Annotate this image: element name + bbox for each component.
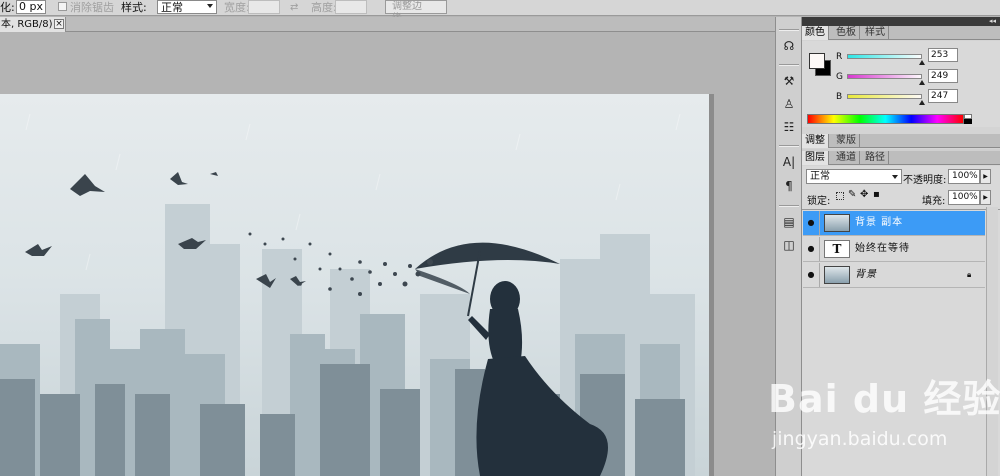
color-panel-tabs: 颜色 色板 样式 — [802, 26, 1000, 40]
layers-panel: 正常 不透明度: 100% ▶ 锁定: ✎ ✥ ▪ 填充: 100% ▶ ● 背… — [802, 166, 1000, 476]
color-spectrum-bar[interactable] — [807, 114, 964, 124]
antialias-checkbox[interactable] — [58, 2, 67, 11]
layer-comps-icon[interactable]: ☷ — [779, 118, 799, 136]
notes-icon[interactable]: ▤ — [779, 213, 799, 231]
lock-transparency-icon[interactable] — [836, 192, 844, 200]
g-slider-thumb[interactable] — [919, 80, 925, 85]
tab-masks[interactable]: 蒙版 — [833, 134, 860, 148]
options-bar: 化: 0 px 消除锯齿 样式: 正常 宽度: ⇄ 高度: 调整边缘... — [0, 0, 1000, 24]
height-input[interactable] — [335, 0, 367, 14]
collapse-panels-icon[interactable]: ◂◂ — [802, 17, 1000, 26]
document-tab-title: 本, RGB/8) * — [1, 19, 61, 30]
dock-separator — [779, 64, 799, 66]
layers-panel-tabs: 图层 通道 路径 — [802, 151, 1000, 165]
layer-thumbnail — [824, 214, 850, 232]
navigator-icon[interactable]: ◫ — [779, 236, 799, 254]
canvas-area[interactable] — [0, 33, 775, 476]
refine-edge-button[interactable]: 调整边缘... — [385, 0, 447, 24]
close-icon[interactable]: × — [54, 19, 64, 29]
layer-row[interactable]: ● 背景 副本 — [803, 211, 985, 236]
g-slider[interactable] — [847, 74, 922, 79]
layer-name: 背景 副本 — [855, 217, 904, 228]
visibility-eye-icon[interactable]: ● — [803, 237, 820, 261]
layer-row[interactable]: ● 背景 🔒︎ — [803, 263, 985, 288]
opacity-label: 不透明度: — [903, 175, 947, 186]
fill-label: 填充: — [922, 196, 946, 207]
document-tab-strip: 本, RGB/8) * × — [0, 17, 775, 32]
blend-mode-select[interactable]: 正常 — [806, 169, 902, 184]
b-slider[interactable] — [847, 94, 922, 99]
dock-separator — [779, 205, 799, 207]
tab-channels[interactable]: 通道 — [833, 151, 860, 165]
b-input[interactable]: 247 — [928, 89, 958, 103]
feather-input[interactable]: 0 px — [16, 0, 46, 14]
swap-icon[interactable]: ⇄ — [290, 1, 298, 14]
tab-color[interactable]: 颜色 — [802, 26, 829, 40]
opacity-input[interactable]: 100% — [948, 169, 980, 184]
width-label: 宽度: — [224, 1, 250, 14]
tab-styles[interactable]: 样式 — [862, 26, 889, 40]
b-label: B — [836, 92, 843, 102]
dock-separator — [779, 29, 799, 31]
tab-adjustments[interactable]: 调整 — [802, 134, 829, 148]
b-slider-thumb[interactable] — [919, 100, 925, 105]
clone-source-icon[interactable]: ♙ — [779, 95, 799, 113]
lock-pixels-icon[interactable]: ✎ — [848, 189, 856, 200]
r-slider-thumb[interactable] — [919, 60, 925, 65]
feather-label: 化: — [0, 1, 15, 14]
text-layer-thumbnail: T — [824, 240, 850, 258]
opacity-slider-button[interactable]: ▶ — [980, 169, 991, 184]
artwork-illustration — [0, 94, 709, 476]
color-panel: R 253 G 249 B 247 — [802, 41, 1000, 127]
chevron-down-icon — [207, 4, 213, 8]
tab-paths[interactable]: 路径 — [862, 151, 889, 165]
width-input[interactable] — [248, 0, 280, 14]
height-label: 高度: — [311, 1, 337, 14]
lock-position-icon[interactable]: ✥ — [860, 189, 868, 200]
paragraph-icon[interactable]: ¶ — [779, 177, 799, 195]
layer-thumbnail — [824, 266, 850, 284]
lock-icon: 🔒︎ — [967, 270, 972, 279]
r-slider[interactable] — [847, 54, 922, 59]
adjustments-panel-tabs: 调整 蒙版 — [802, 134, 1000, 148]
chevron-down-icon — [892, 175, 898, 179]
tab-swatches[interactable]: 色板 — [833, 26, 860, 40]
dock-separator — [779, 145, 799, 147]
style-select[interactable]: 正常 — [157, 0, 217, 14]
tool-presets-icon[interactable]: ⚒ — [779, 72, 799, 90]
style-select-value: 正常 — [161, 1, 183, 14]
foreground-color-swatch[interactable] — [809, 53, 825, 69]
fill-slider-button[interactable]: ▶ — [980, 190, 991, 205]
visibility-eye-icon[interactable]: ● — [803, 211, 820, 235]
g-input[interactable]: 249 — [928, 69, 958, 83]
panels-column: ◂◂ 颜色 色板 样式 R 253 G 249 B 247 调整 蒙版 图层 通… — [802, 17, 1000, 476]
blend-mode-value: 正常 — [810, 171, 830, 182]
fill-input[interactable]: 100% — [948, 190, 980, 205]
lock-label: 锁定: — [807, 196, 831, 207]
spectrum-black[interactable] — [964, 119, 972, 124]
panel-dock-icons: ☊ ⚒ ♙ ☷ A| ¶ ▤ ◫ — [775, 17, 802, 476]
layers-divider — [802, 209, 1000, 210]
r-label: R — [836, 52, 843, 62]
layers-scrollbar[interactable] — [986, 207, 998, 476]
character-icon[interactable]: A| — [779, 153, 799, 171]
g-label: G — [836, 72, 843, 82]
style-label: 样式: — [121, 1, 147, 14]
lock-all-icon[interactable]: ▪ — [873, 189, 880, 200]
tab-layers[interactable]: 图层 — [802, 151, 829, 165]
visibility-eye-icon[interactable]: ● — [803, 263, 820, 287]
artwork-image[interactable] — [0, 94, 709, 476]
r-input[interactable]: 253 — [928, 48, 958, 62]
canvas-edge-shadow — [709, 94, 714, 476]
layer-name: 始终在等待 — [855, 243, 910, 254]
layer-name: 背景 — [855, 269, 877, 280]
layer-row[interactable]: ● T 始终在等待 — [803, 237, 985, 262]
antialias-label: 消除锯齿 — [70, 1, 114, 14]
history-brush-icon[interactable]: ☊ — [779, 37, 799, 55]
